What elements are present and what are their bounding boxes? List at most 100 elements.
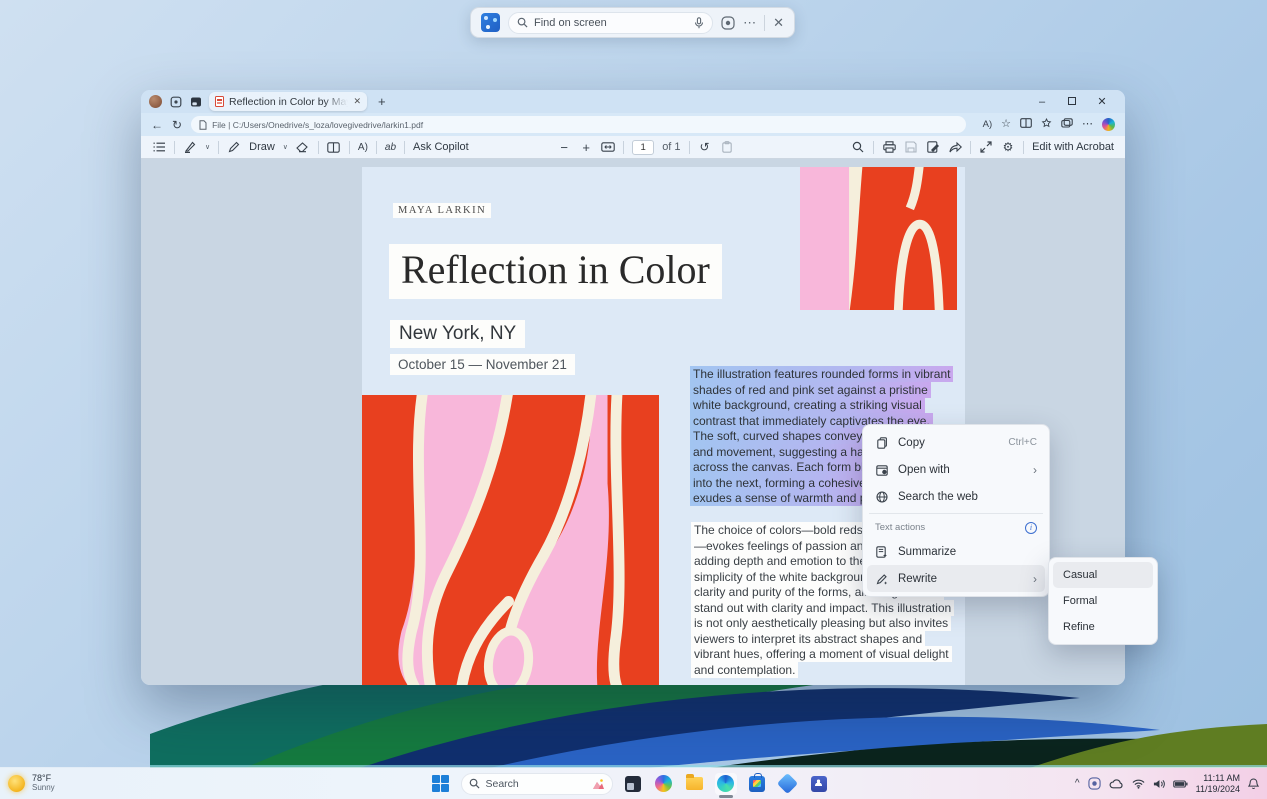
copilot-icon[interactable]: [721, 16, 735, 30]
copilot-icon: [655, 775, 672, 792]
submenu-label: Casual: [1063, 569, 1097, 581]
draw-pen-icon[interactable]: [227, 140, 241, 154]
back-icon[interactable]: ←: [151, 119, 163, 131]
tray-copilot-icon[interactable]: [1088, 777, 1101, 790]
windows-icon: [432, 775, 449, 792]
collections-icon[interactable]: [1041, 118, 1052, 132]
menu-label: Copy: [898, 437, 925, 449]
sun-icon: [8, 775, 25, 792]
search-document-icon[interactable]: [851, 140, 865, 154]
split-screen-icon[interactable]: [1020, 118, 1032, 131]
microphone-icon[interactable]: [694, 17, 704, 29]
notification-bell-icon[interactable]: [1248, 778, 1259, 790]
copilot-button[interactable]: [653, 773, 675, 795]
menu-item-copy[interactable]: Copy Ctrl+C: [867, 429, 1045, 456]
read-aloud-icon[interactable]: A): [983, 120, 993, 130]
body-line: is not only aesthetically pleasing but a…: [691, 617, 941, 629]
maximize-button[interactable]: [1057, 96, 1087, 108]
wifi-icon[interactable]: [1132, 779, 1145, 789]
rotate-icon[interactable]: ↺: [698, 140, 712, 154]
vertical-tabs-icon[interactable]: [189, 95, 202, 108]
submenu-label: Refine: [1063, 621, 1095, 633]
artwork-top-right: [800, 167, 957, 310]
edge-copilot-icon[interactable]: [1102, 118, 1115, 131]
highlighter-dropdown-icon[interactable]: ∨: [205, 143, 210, 151]
translate-icon[interactable]: ab: [385, 140, 396, 154]
volume-icon[interactable]: [1153, 779, 1165, 789]
file-explorer-button[interactable]: [684, 773, 706, 795]
submenu-item-formal[interactable]: Formal: [1053, 588, 1153, 614]
search-icon: [517, 17, 528, 28]
pdf-viewer-area[interactable]: MAYA LARKIN Reflection in Color New York…: [141, 159, 1125, 685]
file-icon: [199, 120, 207, 130]
menu-item-open-with[interactable]: Open with ›: [867, 456, 1045, 483]
workspaces-icon[interactable]: [169, 95, 182, 108]
read-aloud-icon[interactable]: A): [358, 140, 368, 154]
taskbar-clock[interactable]: 11:11 AM 11/19/2024: [1196, 773, 1240, 794]
submenu-item-refine[interactable]: Refine: [1053, 614, 1153, 640]
ask-copilot-button[interactable]: Ask Copilot: [413, 141, 469, 153]
tray-chevron-icon[interactable]: ^: [1075, 778, 1080, 789]
draw-dropdown-icon[interactable]: ∨: [283, 143, 288, 151]
page-number-input[interactable]: 1: [632, 140, 654, 155]
divider: [349, 141, 350, 154]
new-tab-button[interactable]: +: [378, 94, 386, 109]
find-search-field[interactable]: Find on screen: [508, 12, 713, 34]
divider: [970, 141, 971, 154]
minimize-button[interactable]: –: [1027, 96, 1057, 108]
store-button[interactable]: [746, 773, 768, 795]
edge-button[interactable]: [715, 773, 737, 795]
highlighter-icon[interactable]: [183, 140, 197, 154]
submenu-arrow-icon: ›: [1033, 463, 1037, 477]
submenu-label: Formal: [1063, 595, 1097, 607]
dev-home-button[interactable]: [777, 773, 799, 795]
start-button[interactable]: [430, 773, 452, 795]
profile-avatar[interactable]: [149, 95, 162, 108]
pdf-settings-gear-icon[interactable]: ⚙: [1001, 140, 1015, 154]
active-tab[interactable]: Reflection in Color by Maya Larkin ✕: [209, 92, 367, 111]
artwork-left: [362, 395, 659, 685]
close-window-button[interactable]: ✕: [1087, 95, 1117, 108]
body-line: stand out with clarity and impact. This …: [691, 602, 941, 614]
url-text: File | C:/Users/Onedrive/s_loza/lovegive…: [212, 120, 423, 130]
save-edits-icon[interactable]: [926, 140, 940, 154]
zoom-in-icon[interactable]: +: [579, 140, 593, 154]
menu-section-text-actions: Text actions i: [867, 517, 1045, 538]
menu-item-rewrite[interactable]: Rewrite ›: [867, 565, 1045, 592]
refresh-icon[interactable]: ↻: [172, 119, 182, 131]
draw-label[interactable]: Draw: [249, 141, 275, 153]
eraser-icon[interactable]: [296, 140, 310, 154]
info-icon[interactable]: i: [1025, 522, 1037, 534]
zoom-out-icon[interactable]: −: [557, 140, 571, 154]
battery-icon[interactable]: [1173, 780, 1188, 788]
divider: [764, 15, 765, 31]
context-menu: Copy Ctrl+C Open with › Search the web T…: [862, 424, 1050, 597]
browser-essentials-icon[interactable]: [1061, 118, 1073, 131]
task-view-icon: [625, 776, 641, 792]
fit-to-width-icon[interactable]: [601, 140, 615, 154]
tab-close-icon[interactable]: ✕: [353, 96, 361, 107]
taskbar-search-box[interactable]: Search: [461, 773, 613, 795]
edit-with-acrobat-button[interactable]: Edit with Acrobat: [1032, 141, 1114, 153]
task-view-button[interactable]: [622, 773, 644, 795]
menu-item-search-web[interactable]: Search the web: [867, 483, 1045, 510]
settings-more-icon[interactable]: ⋯: [1082, 119, 1093, 130]
submenu-arrow-icon: ›: [1033, 572, 1037, 586]
page-view-icon[interactable]: [327, 140, 341, 154]
more-options-icon[interactable]: ⋯: [743, 16, 756, 29]
taskbar: 78°F Sunny Search ^: [0, 768, 1267, 799]
fullscreen-icon[interactable]: [979, 140, 993, 154]
table-of-contents-icon[interactable]: [152, 140, 166, 154]
weather-widget[interactable]: 78°F Sunny: [8, 774, 55, 793]
print-icon[interactable]: [882, 140, 896, 154]
close-find-bar-icon[interactable]: ✕: [773, 16, 784, 29]
favorites-icon[interactable]: ☆: [1001, 119, 1011, 130]
pdf-file-icon: [215, 96, 224, 107]
teams-button[interactable]: [808, 773, 830, 795]
url-field[interactable]: File | C:/Users/Onedrive/s_loza/lovegive…: [191, 116, 966, 133]
edge-icon: [717, 775, 734, 792]
share-icon[interactable]: [948, 140, 962, 154]
submenu-item-casual[interactable]: Casual: [1053, 562, 1153, 588]
menu-item-summarize[interactable]: Summarize: [867, 538, 1045, 565]
onedrive-cloud-icon[interactable]: [1109, 779, 1124, 789]
